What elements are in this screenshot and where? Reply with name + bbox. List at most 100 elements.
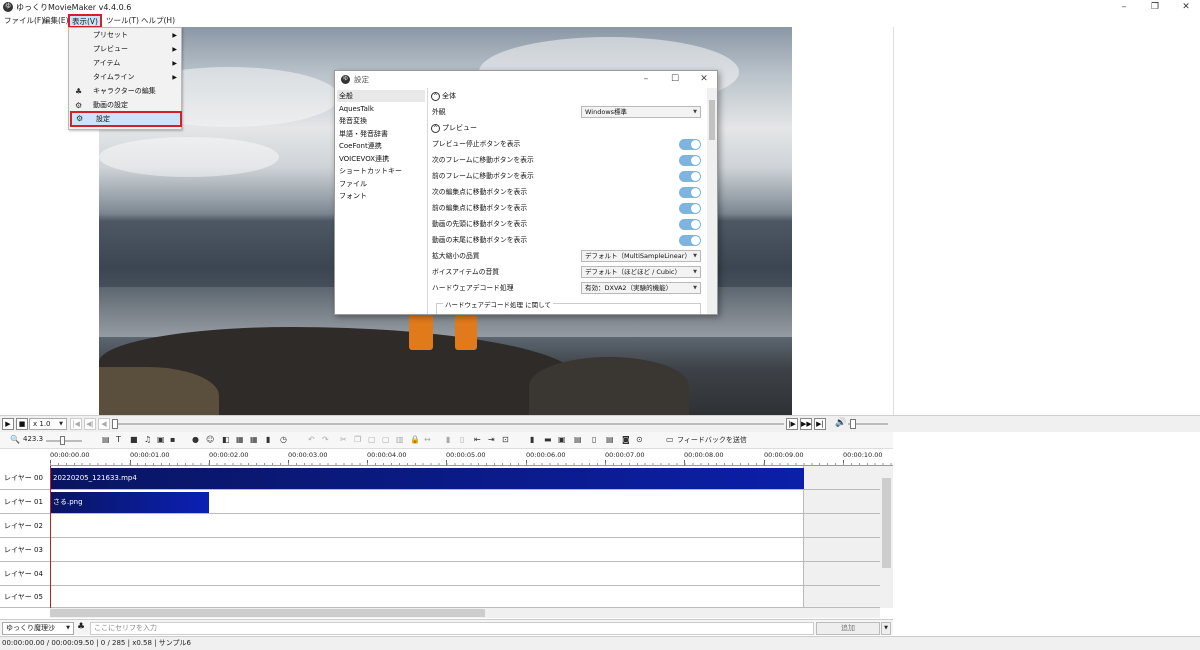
paste-icon[interactable]: ▢ [368, 435, 376, 444]
audio-icon[interactable]: ♫ [144, 435, 151, 444]
menu-item-settings[interactable]: ⚙ 設定 [70, 111, 182, 127]
zoom-thumb[interactable] [60, 436, 65, 445]
prev-frame-icon[interactable]: ◀| [84, 418, 96, 430]
next-edit-icon[interactable]: |▶ [786, 418, 798, 430]
text-icon[interactable]: T [116, 435, 121, 444]
category-dictionary[interactable]: 単語・発音辞書 [337, 128, 425, 140]
layer-label[interactable]: レイヤー 02 [0, 514, 50, 538]
category-general[interactable]: 全般 [337, 90, 425, 102]
timeline-clip[interactable]: さる.png [50, 492, 209, 513]
close-icon[interactable]: ✕ [1176, 0, 1196, 14]
export-icon[interactable]: ▤ [574, 435, 582, 444]
layer-label[interactable]: レイヤー 04 [0, 562, 50, 586]
split-icon[interactable]: ▥ [396, 435, 404, 444]
volume-thumb[interactable] [850, 419, 856, 429]
play-icon[interactable]: ▶ [2, 418, 14, 430]
fit-icon[interactable]: ⇤ [474, 435, 481, 444]
render-icon[interactable]: ⊙ [636, 435, 643, 444]
minimize-icon[interactable]: – [636, 73, 656, 85]
section-preview-header[interactable]: ^ プレビュー [431, 122, 477, 134]
menu-edit[interactable]: 編集(E) [41, 15, 71, 27]
open-folder-icon[interactable]: ▬ [544, 435, 552, 444]
scrollbar-thumb[interactable] [882, 478, 891, 568]
image-icon[interactable]: ▣ [157, 435, 165, 444]
document-icon[interactable]: ▯ [592, 435, 596, 444]
dialog-scrollbar[interactable] [707, 88, 717, 314]
menu-item-item[interactable]: アイテム ▶ [69, 57, 181, 70]
category-font[interactable]: フォント [337, 190, 425, 202]
lock-icon[interactable]: 🔒 [410, 435, 420, 444]
go-start-icon[interactable]: |◀ [70, 418, 82, 430]
move-icon[interactable]: ↔ [424, 435, 431, 444]
layer-track[interactable] [50, 514, 804, 538]
stop-icon[interactable]: ■ [16, 418, 28, 430]
character-icon[interactable]: ● [192, 435, 199, 444]
toggle-switch[interactable] [679, 186, 701, 198]
add-button[interactable]: 追加 [816, 622, 880, 635]
menu-item-timeline[interactable]: タイムライン ▶ [69, 71, 181, 84]
undo-icon[interactable]: ↶ [308, 435, 315, 444]
new-file-icon[interactable]: ▮ [530, 435, 534, 444]
playhead[interactable] [50, 466, 51, 608]
maximize-icon[interactable]: ☐ [665, 73, 685, 85]
menu-view[interactable]: 表示(V) [68, 14, 102, 28]
effect-icon[interactable]: ◧ [222, 435, 230, 444]
speech-icon[interactable]: ▤ [102, 435, 110, 444]
scrollbar-thumb[interactable] [709, 100, 715, 140]
menu-item-preset[interactable]: プリセット ▶ [69, 29, 181, 42]
save-file-icon[interactable]: ▣ [558, 435, 566, 444]
hw-decode-select[interactable]: 有効：DXVA2（実験的機能） ▼ [581, 282, 701, 294]
toggle-switch[interactable] [679, 138, 701, 150]
face-icon[interactable]: ☺ [206, 435, 214, 444]
feedback-button[interactable]: フィードバックを送信 [677, 435, 747, 445]
seek-thumb[interactable] [112, 419, 118, 429]
speech-input[interactable]: ここにセリフを入力 [90, 622, 814, 635]
category-voicevox[interactable]: VOICEVOX連携 [337, 153, 425, 165]
trash-icon[interactable]: ▯ [460, 435, 464, 444]
toggle-switch[interactable] [679, 154, 701, 166]
menu-file[interactable]: ファイル(F) [2, 15, 46, 27]
category-coefont[interactable]: CoeFont連携 [337, 140, 425, 152]
volume-icon[interactable]: 🔊 [835, 418, 846, 428]
timeline-vertical-scrollbar[interactable] [880, 466, 893, 608]
menu-item-character-edit[interactable]: ♣ キャラクターの編集 [69, 85, 181, 98]
layer-label[interactable]: レイヤー 00 [0, 466, 50, 490]
feedback-icon[interactable]: ▭ [666, 435, 674, 444]
copy-icon[interactable]: ❐ [354, 435, 361, 444]
table-icon[interactable]: ▦ [250, 435, 258, 444]
toggle-switch[interactable] [679, 170, 701, 182]
layer-track[interactable] [50, 562, 804, 586]
toggle-switch[interactable] [679, 202, 701, 214]
appearance-select[interactable]: Windows標準 ▼ [581, 106, 701, 118]
video-icon[interactable]: ■ [130, 435, 138, 444]
seek-bar[interactable] [112, 423, 784, 425]
layer-label[interactable]: レイヤー 05 [0, 586, 50, 608]
focus-icon[interactable]: ⊡ [502, 435, 509, 444]
camera-icon[interactable]: ◙ [622, 435, 630, 444]
minimize-icon[interactable]: – [1114, 0, 1134, 14]
close-icon[interactable]: ✕ [694, 73, 714, 85]
redo-icon[interactable]: ↷ [322, 435, 329, 444]
category-file[interactable]: ファイル [337, 178, 425, 190]
toggle-switch[interactable] [679, 234, 701, 246]
timeline-horizontal-scrollbar[interactable] [50, 608, 880, 618]
playback-speed-select[interactable]: x 1.0 ▼ [29, 418, 67, 430]
group-icon[interactable]: ▦ [236, 435, 244, 444]
go-end-icon[interactable]: ▶| [814, 418, 826, 430]
scrollbar-thumb[interactable] [50, 609, 485, 617]
prev-edit-icon[interactable]: ◀ [98, 418, 110, 430]
layer-track[interactable]: 20220205_121633.mp4 [50, 466, 804, 490]
chevron-down-icon[interactable]: ▼ [881, 622, 891, 635]
menu-tools[interactable]: ツール(T) [104, 15, 141, 27]
section-general-header[interactable]: ^ 全体 [431, 90, 456, 102]
settings-file-icon[interactable]: ▤ [606, 435, 614, 444]
menu-item-preview[interactable]: プレビュー ▶ [69, 43, 181, 56]
category-pronunciation[interactable]: 発音変換 [337, 115, 425, 127]
layer-label[interactable]: レイヤー 03 [0, 538, 50, 562]
layer-track[interactable] [50, 538, 804, 562]
cut-icon[interactable]: ✂ [340, 435, 347, 444]
layer-label[interactable]: レイヤー 01 [0, 490, 50, 514]
timeline-ruler[interactable]: 00:00:00.00 00:00:01.00 00:00:02.00 00:0… [50, 449, 893, 466]
character-select[interactable]: ゆっくり魔理沙 ▼ [2, 622, 74, 635]
character-edit-icon[interactable]: ♣ [77, 622, 85, 632]
